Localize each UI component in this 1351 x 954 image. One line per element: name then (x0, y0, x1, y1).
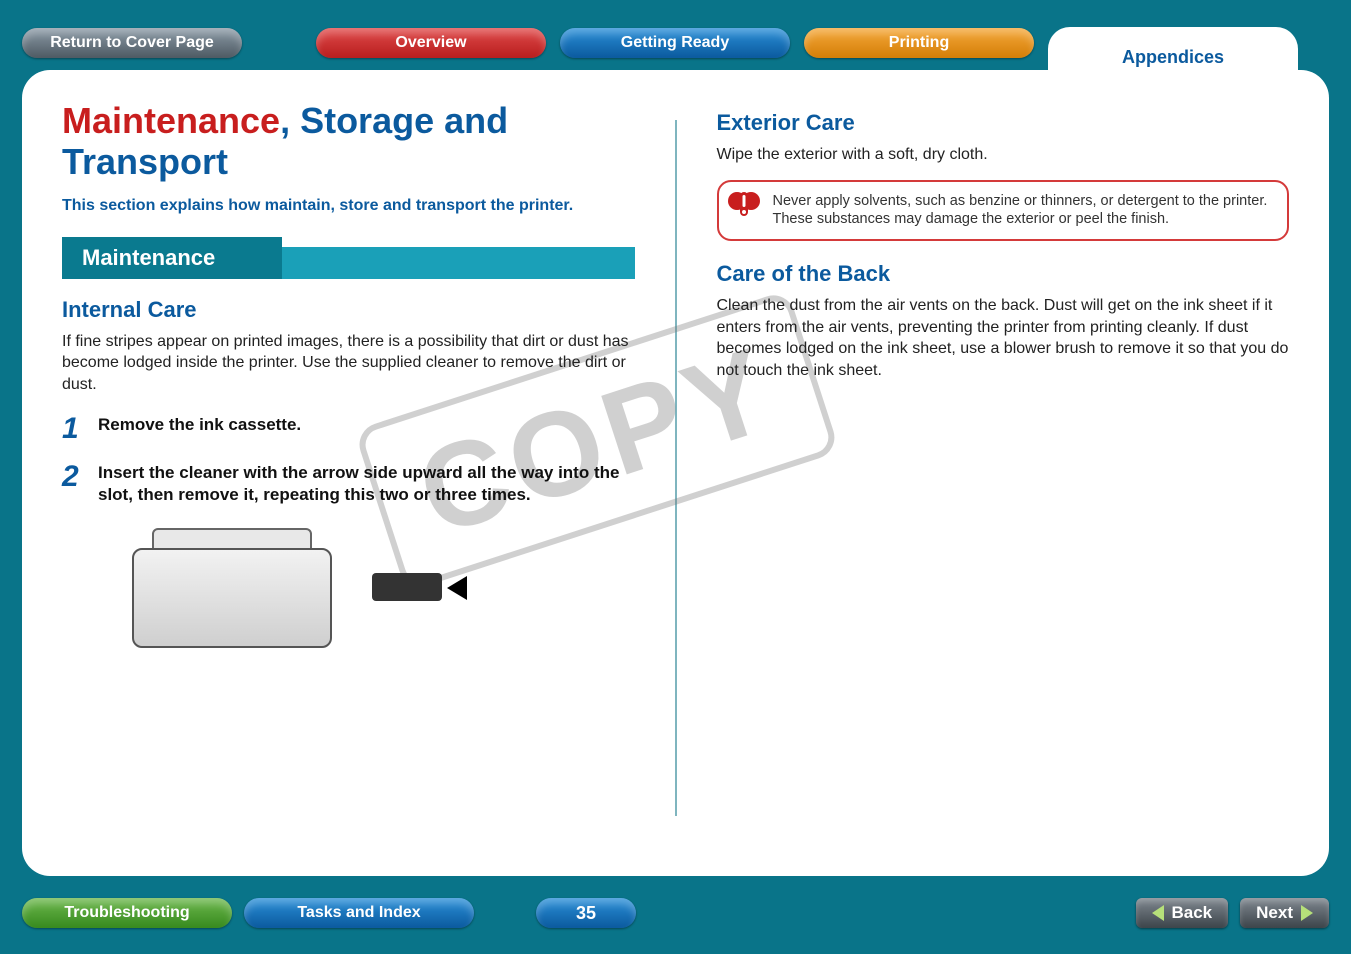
tab-overview[interactable]: Overview (316, 28, 546, 58)
intro-text: This section explains how maintain, stor… (62, 197, 622, 215)
tab-printing[interactable]: Printing (804, 28, 1034, 58)
title-highlight: Maintenance (62, 100, 280, 141)
page-title: Maintenance, Storage and Transport (62, 100, 635, 183)
step-2: 2 Insert the cleaner with the arrow side… (62, 462, 635, 506)
arrow-right-icon (1301, 905, 1313, 921)
care-of-back-body: Clean the dust from the air vents on the… (717, 295, 1290, 381)
back-label: Back (1172, 903, 1213, 923)
tasks-index-button[interactable]: Tasks and Index (244, 898, 474, 928)
return-cover-button[interactable]: Return to Cover Page (22, 28, 242, 58)
subheading-exterior-care: Exterior Care (717, 110, 1290, 136)
left-column: Maintenance, Storage and Transport This … (62, 100, 635, 856)
next-label: Next (1256, 903, 1293, 923)
warning-callout: Never apply solvents, such as benzine or… (717, 180, 1290, 242)
top-nav: Return to Cover Page Overview Getting Re… (22, 28, 1329, 58)
step-2-text: Insert the cleaner with the arrow side u… (98, 462, 635, 506)
arrow-insert-icon (447, 576, 467, 600)
subheading-internal-care: Internal Care (62, 297, 635, 323)
warning-icon (727, 188, 761, 222)
step-1-number: 1 (62, 414, 88, 444)
right-column: Exterior Care Wipe the exterior with a s… (717, 100, 1290, 856)
warning-text: Never apply solvents, such as benzine or… (773, 193, 1268, 228)
printer-illustration (122, 518, 412, 668)
internal-care-body: If fine stripes appear on printed images… (62, 331, 635, 396)
next-button[interactable]: Next (1240, 898, 1329, 928)
section-stripe (282, 237, 635, 279)
step-1-text: Remove the ink cassette. (98, 414, 301, 436)
troubleshooting-button[interactable]: Troubleshooting (22, 898, 232, 928)
section-heading-bar: Maintenance (62, 237, 635, 279)
app-frame: Return to Cover Page Overview Getting Re… (0, 0, 1351, 954)
bottom-bar: Troubleshooting Tasks and Index 35 Back … (22, 896, 1329, 930)
step-2-number: 2 (62, 462, 88, 492)
back-button[interactable]: Back (1136, 898, 1229, 928)
exterior-care-body: Wipe the exterior with a soft, dry cloth… (717, 144, 1290, 166)
page-panel: COPY Maintenance, Storage and Transport … (22, 70, 1329, 876)
arrow-left-icon (1152, 905, 1164, 921)
column-divider (675, 120, 677, 816)
subheading-care-of-back: Care of the Back (717, 261, 1290, 287)
tab-getting-ready[interactable]: Getting Ready (560, 28, 790, 58)
section-label: Maintenance (62, 237, 282, 279)
page-number-badge: 35 (536, 898, 636, 928)
step-1: 1 Remove the ink cassette. (62, 414, 635, 444)
